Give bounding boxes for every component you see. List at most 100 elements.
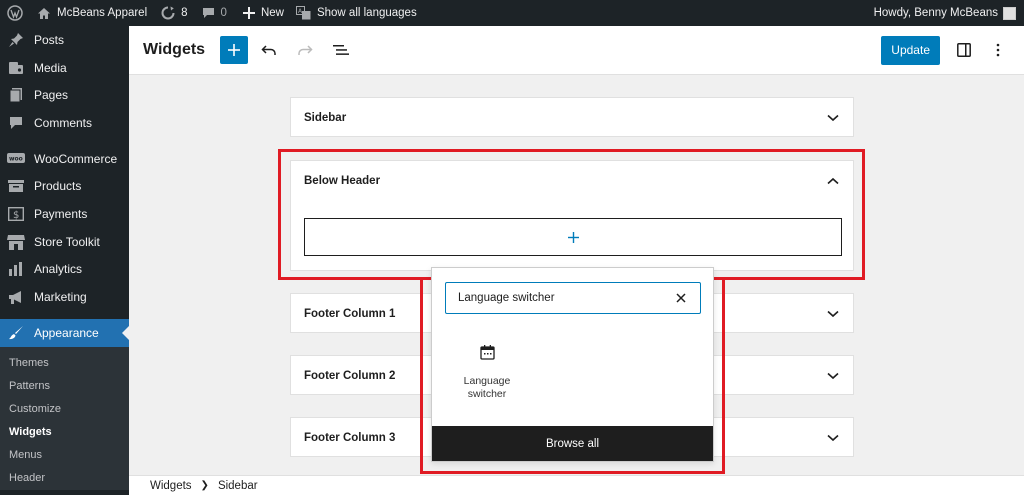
submenu-item-themes[interactable]: Themes — [0, 352, 129, 375]
sidebar-item-marketing[interactable]: Marketing — [0, 283, 129, 311]
sidebar-toggle-icon — [957, 43, 971, 57]
search-value: Language switcher — [458, 292, 555, 304]
block-search-input[interactable]: Language switcher — [445, 282, 701, 314]
browse-all-button[interactable]: Browse all — [432, 426, 713, 461]
updates-icon — [161, 6, 175, 20]
comments-link[interactable]: 0 — [194, 0, 233, 26]
updates-link[interactable]: 8 — [153, 0, 193, 26]
sidebar-item-label: Store Toolkit — [34, 234, 100, 249]
breadcrumb: Widgets ❯ Sidebar — [129, 475, 1024, 495]
highlight-below-header — [278, 149, 865, 280]
sidebar-item-comments[interactable]: Comments — [0, 109, 129, 137]
new-label: New — [260, 7, 284, 19]
store-icon — [7, 233, 25, 251]
languages-label: Show all languages — [316, 7, 417, 19]
pages-icon — [7, 86, 25, 104]
sidebar-item-products[interactable]: Products — [0, 172, 129, 200]
wordpress-logo[interactable] — [0, 0, 29, 26]
plus-icon — [228, 44, 240, 56]
chevron-down-icon[interactable] — [826, 307, 840, 321]
svg-text:$: $ — [13, 210, 19, 221]
comment-icon — [7, 114, 25, 132]
redo-icon — [298, 45, 313, 55]
sidebar-item-label: Posts — [34, 32, 65, 47]
sidebar-item-analytics[interactable]: Analytics — [0, 256, 129, 284]
redo-button[interactable] — [290, 35, 320, 65]
chevron-right-icon: ❯ — [200, 480, 209, 491]
menu-separator — [0, 137, 129, 145]
sidebar-item-label: Comments — [34, 115, 93, 130]
options-button[interactable] — [984, 36, 1012, 64]
admin-sidebar: Posts Media Pages Comments woo WooCommer… — [0, 26, 129, 495]
payments-icon: $ — [7, 205, 25, 223]
updates-count: 8 — [181, 7, 188, 19]
sidebar-item-label: Payments — [34, 206, 88, 221]
chevron-down-icon[interactable] — [826, 369, 840, 383]
submenu-item-patterns[interactable]: Patterns — [0, 375, 129, 398]
block-inserter-button[interactable] — [220, 36, 248, 64]
sidebar-item-label: Analytics — [34, 262, 83, 277]
greeting: Howdy, Benny McBeans — [873, 7, 998, 19]
plus-icon — [242, 7, 255, 19]
sidebar-item-payments[interactable]: $ Payments — [0, 200, 129, 228]
undo-button[interactable] — [254, 35, 284, 65]
woo-icon: woo — [7, 150, 25, 168]
languages-link[interactable]: A Show all languages — [290, 0, 423, 26]
submenu-item-menus[interactable]: Menus — [0, 444, 129, 467]
block-result-label: Language switcher — [463, 375, 511, 400]
pin-icon — [7, 31, 25, 49]
sidebar-item-label: WooCommerce — [34, 151, 118, 166]
block-result-language-switcher[interactable]: Language switcher — [457, 342, 517, 401]
home-icon — [38, 7, 50, 19]
list-view-button[interactable] — [326, 35, 356, 65]
new-content-link[interactable]: New — [233, 0, 290, 26]
sidebar-item-pages[interactable]: Pages — [0, 81, 129, 109]
avatar — [1003, 6, 1016, 20]
analytics-icon — [7, 260, 25, 278]
close-icon[interactable] — [674, 291, 688, 305]
list-view-icon — [333, 45, 349, 55]
chevron-down-icon[interactable] — [826, 111, 840, 125]
site-name-link[interactable]: McBeans Apparel — [29, 0, 153, 26]
quick-inserter-popover: Language switcher Language switcher Brow… — [431, 267, 714, 462]
sidebar-item-label: Appearance — [34, 325, 99, 340]
menu-separator — [0, 311, 129, 319]
site-name: McBeans Apparel — [57, 7, 148, 19]
sidebar-item-label: Media — [34, 60, 67, 75]
widget-area-title: Footer Column 1 — [304, 308, 396, 320]
sidebar-item-media[interactable]: Media — [0, 54, 129, 82]
update-button[interactable]: Update — [881, 35, 940, 65]
sidebar-item-label: Products — [34, 179, 82, 194]
breadcrumb-root[interactable]: Widgets — [150, 480, 192, 492]
settings-sidebar-button[interactable] — [950, 36, 978, 64]
account-link[interactable]: Howdy, Benny McBeans — [874, 0, 1016, 26]
sidebar-item-label: Marketing — [34, 290, 87, 305]
appearance-submenu: Themes Patterns Customize Widgets Menus … — [0, 346, 129, 490]
translate-icon: A — [295, 6, 311, 20]
comments-count: 0 — [220, 7, 227, 19]
sidebar-item-posts[interactable]: Posts — [0, 26, 129, 54]
chevron-down-icon[interactable] — [826, 431, 840, 445]
submenu-item-widgets[interactable]: Widgets — [0, 421, 129, 444]
svg-text:woo: woo — [9, 155, 23, 162]
sidebar-item-store-toolkit[interactable]: Store Toolkit — [0, 228, 129, 256]
widget-area-title: Sidebar — [304, 112, 347, 124]
breadcrumb-current[interactable]: Sidebar — [218, 480, 258, 492]
sidebar-item-appearance[interactable]: Appearance — [0, 318, 129, 347]
submenu-item-customize[interactable]: Customize — [0, 398, 129, 421]
brush-icon — [7, 324, 25, 342]
sidebar-item-label: Pages — [34, 88, 69, 103]
submenu-item-header[interactable]: Header — [0, 467, 129, 490]
page-title: Widgets — [143, 41, 206, 58]
calendar-icon — [457, 342, 517, 362]
widget-area-sidebar[interactable]: Sidebar — [290, 97, 854, 137]
products-icon — [7, 177, 25, 195]
megaphone-icon — [7, 288, 25, 306]
editor-header: Widgets Update — [129, 26, 1024, 75]
comment-bubble-icon — [202, 8, 214, 18]
media-icon — [7, 59, 25, 77]
more-vertical-icon — [996, 43, 1000, 57]
undo-icon — [261, 45, 276, 55]
wordpress-icon — [7, 5, 23, 21]
sidebar-item-woocommerce[interactable]: woo WooCommerce — [0, 145, 129, 173]
